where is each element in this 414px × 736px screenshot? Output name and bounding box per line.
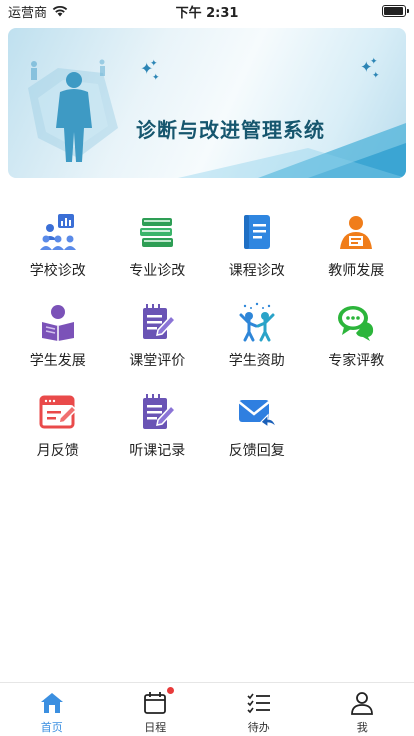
grid-label: 专业诊改 [129, 263, 186, 279]
grid-label: 课程诊改 [228, 263, 285, 279]
checklist-icon [247, 693, 270, 714]
celebrating-students-icon [239, 302, 275, 342]
banner-title: 诊断与改进管理系统 [136, 118, 325, 142]
status-left: 运营商 [8, 2, 68, 21]
grid-label: 听课记录 [129, 443, 186, 459]
grid-label: 教师发展 [328, 263, 385, 279]
grid-label: 学校诊改 [29, 263, 86, 279]
grid-label: 专家评教 [328, 353, 385, 369]
tab-label: 日程 [144, 721, 167, 734]
status-bar: 运营商 下午 2:31 [0, 0, 414, 22]
battery-fill [384, 7, 403, 15]
person-icon [351, 692, 374, 715]
grid-item-student-aid[interactable]: 学生资助 [207, 298, 307, 374]
svg-text:✦: ✦ [370, 57, 378, 67]
notepad-edit-icon [143, 394, 177, 429]
banner[interactable]: ✦ ✦ ✦ ✦ ✦ ✦ 诊断与改进管理系统 [8, 28, 406, 178]
tab-me[interactable]: 我 [311, 683, 414, 736]
home-icon [40, 693, 63, 713]
chat-bubbles-icon [338, 306, 374, 341]
notification-badge [167, 687, 175, 694]
grid-item-expert-evaluation[interactable]: 专家评教 [307, 298, 407, 374]
grid-label: 学生资助 [228, 353, 285, 369]
grid-label: 课堂评价 [129, 353, 186, 369]
carrier-label: 运营商 [8, 5, 48, 21]
grid-item-student-development[interactable]: 学生发展 [8, 298, 108, 374]
grid-item-class-evaluation[interactable]: 课堂评价 [108, 298, 208, 374]
grid-item-lecture-record[interactable]: 听课记录 [108, 388, 208, 464]
school-diagnosis-icon [39, 214, 76, 250]
tab-label: 首页 [40, 721, 63, 734]
grid-label: 月反馈 [36, 443, 79, 459]
grid-item-course-diagnosis[interactable]: 课程诊改 [207, 208, 307, 284]
mail-reply-icon [237, 400, 277, 429]
tab-bar: 首页 日程 待办 我 [0, 682, 414, 736]
grid-item-teacher-development[interactable]: 教师发展 [307, 208, 407, 284]
grid-item-feedback-reply[interactable]: 反馈回复 [207, 388, 307, 464]
svg-text:✦: ✦ [150, 59, 158, 69]
grid-item-major-diagnosis[interactable]: 专业诊改 [108, 208, 208, 284]
teacher-icon [340, 216, 373, 249]
grid-item-school-diagnosis[interactable]: 学校诊改 [8, 208, 108, 284]
tab-label: 待办 [247, 721, 270, 734]
module-grid: 学校诊改 专业诊改 课程诊改 教师发展 学生发展 课堂评价 学生资助 专家评教 … [8, 208, 406, 464]
grid-label: 反馈回复 [228, 443, 285, 459]
notepad-edit-icon [143, 304, 177, 339]
battery-icon [382, 5, 409, 17]
svg-text:✦: ✦ [372, 71, 380, 81]
grid-label: 学生发展 [29, 353, 86, 369]
course-book-icon [243, 215, 270, 249]
books-icon [140, 218, 174, 247]
tab-schedule[interactable]: 日程 [104, 683, 208, 736]
calendar-icon [144, 692, 167, 714]
tab-label: 我 [356, 721, 368, 734]
grid-item-monthly-feedback[interactable]: 月反馈 [8, 388, 108, 464]
browser-edit-icon [39, 395, 77, 429]
banner-illustration: ✦ ✦ ✦ ✦ ✦ ✦ [28, 57, 406, 178]
svg-text:✦: ✦ [152, 73, 160, 83]
tab-todo[interactable]: 待办 [207, 683, 311, 736]
wifi-icon [52, 5, 68, 17]
student-reading-icon [41, 305, 74, 341]
tab-home[interactable]: 首页 [0, 683, 104, 736]
